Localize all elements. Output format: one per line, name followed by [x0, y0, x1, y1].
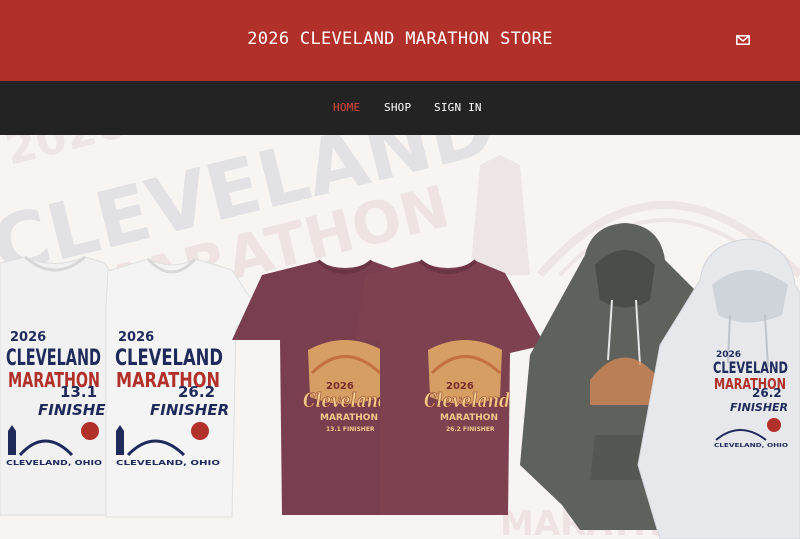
tee1-label: FINISHER: [38, 401, 117, 419]
nav-item-sign-in[interactable]: SIGN IN: [434, 101, 482, 114]
tee2-distance: 26.2: [178, 383, 215, 401]
tee2-year: 2026: [118, 330, 154, 345]
envelope-icon[interactable]: [736, 35, 750, 45]
tee4-sub: 26.2 FINISHER: [446, 426, 495, 433]
nav-item-home[interactable]: HOME: [333, 101, 360, 114]
hero-banner: 2026 CLEVELAND MARATHON MARATHON 2026 CL…: [0, 135, 800, 539]
tee1-location: CLEVELAND, OHIO: [6, 459, 102, 467]
tee3-line2: MARATHON: [320, 413, 378, 423]
tee2-location: CLEVELAND, OHIO: [116, 459, 220, 467]
tee4-line2: MARATHON: [440, 413, 498, 423]
nav-item-shop[interactable]: SHOP: [384, 101, 411, 114]
tee1-year: 2026: [10, 330, 46, 345]
tee3-line1: Cleveland: [303, 388, 389, 412]
store-title[interactable]: 2026 CLEVELAND MARATHON STORE: [0, 29, 800, 49]
product-white-tee-full[interactable]: 2026 CLEVELAND MARATHON 26.2 FINISHER CL…: [105, 257, 261, 518]
tee4-line1: Cleveland: [424, 388, 510, 412]
hero-image: 2026 CLEVELAND MARATHON MARATHON 2026 CL…: [0, 135, 800, 539]
hoodie-distance: 26.2: [752, 386, 782, 400]
hoodie-label: FINISHER: [730, 401, 788, 414]
tee2-label: FINISHER: [150, 401, 229, 419]
tee3-sub: 13.1 FINISHER: [326, 426, 375, 433]
hoodie-location: CLEVELAND, OHIO: [714, 443, 788, 449]
tee1-distance: 13.1: [60, 383, 97, 401]
bg-year: 2026: [0, 135, 131, 176]
site-header: 2026 CLEVELAND MARATHON STORE: [0, 0, 800, 81]
main-nav: HOME SHOP SIGN IN: [0, 81, 800, 135]
product-maroon-tee-full[interactable]: 2026 Cleveland MARATHON 26.2 FINISHER: [356, 259, 545, 515]
